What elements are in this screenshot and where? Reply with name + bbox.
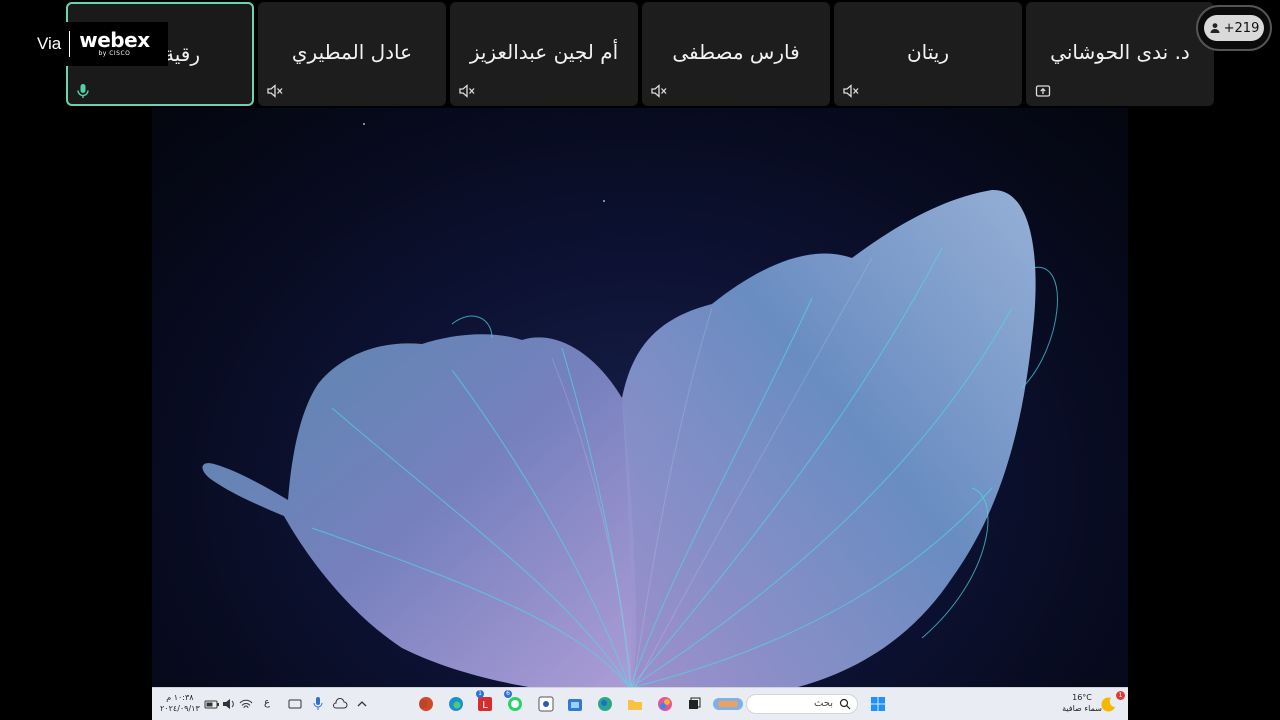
security-app-icon[interactable]: [536, 694, 556, 714]
windows-start-icon[interactable]: [868, 694, 888, 714]
input-language[interactable]: ع: [264, 697, 270, 708]
speaker-muted-icon: [459, 84, 475, 98]
participant-tile-4[interactable]: ريتان: [834, 2, 1022, 106]
windows-taskbar: ١٠:٣٨ م ٢٠٢٤/٠٩/١٣ ع L 1 6 بحث 16°C سماء…: [152, 687, 1128, 720]
participant-tile-1[interactable]: عادل المطيري: [258, 2, 446, 106]
app-badge: 6: [504, 690, 512, 698]
battery-icon[interactable]: [202, 694, 222, 714]
folder-icon[interactable]: [625, 694, 645, 714]
microphone-icon[interactable]: [308, 694, 328, 714]
participant-count: +219: [1223, 20, 1260, 36]
cloud-icon[interactable]: [330, 694, 350, 714]
webex-wordmark: webex: [79, 28, 150, 52]
person-icon: [1210, 23, 1220, 33]
webex-branding: Via webex by CISCO: [28, 22, 168, 66]
participant-tile-2[interactable]: أم لجين عبدالعزيز: [450, 2, 638, 106]
svg-text:L: L: [482, 700, 488, 711]
task-view-icon[interactable]: [684, 694, 704, 714]
taskbar-clock[interactable]: ١٠:٣٨ م ٢٠٢٤/٠٩/١٣: [160, 692, 200, 714]
notification-badge: 1: [1116, 691, 1125, 700]
cisco-wordmark: by CISCO: [98, 50, 131, 57]
search-icon: [839, 698, 851, 710]
search-placeholder: بحث: [813, 698, 833, 709]
participant-name: رقية: [164, 42, 200, 66]
butterfly-wallpaper: [202, 123, 1058, 698]
edge-icon[interactable]: [446, 694, 466, 714]
participant-count-button[interactable]: +219: [1196, 5, 1272, 51]
app-badge: 1: [476, 690, 484, 698]
keyboard-icon[interactable]: [285, 694, 305, 714]
participant-name: أم لجين عبدالعزيز: [469, 40, 619, 64]
participant-name: عادل المطيري: [291, 40, 413, 64]
participant-tile-5[interactable]: د. ندى الحوشاني: [1026, 2, 1214, 106]
participant-name: ريتان: [906, 40, 950, 64]
powerpoint-icon[interactable]: [416, 694, 436, 714]
participant-count-pill: +219: [1204, 15, 1264, 41]
speaker-muted-icon: [267, 84, 283, 98]
participant-name: د. ندى الحوشاني: [1050, 40, 1190, 64]
participant-tile-3[interactable]: فارس مصطفى: [642, 2, 830, 106]
via-label: Via: [37, 34, 62, 53]
shared-screen: ١٠:٣٨ م ٢٠٢٤/٠٩/١٣ ع L 1 6 بحث 16°C سماء…: [152, 108, 1128, 720]
wifi-icon[interactable]: [236, 694, 256, 714]
speaker-muted-icon: [651, 84, 667, 98]
brand-divider: [69, 31, 71, 57]
chevron-up-icon[interactable]: [352, 694, 372, 714]
store-icon[interactable]: [565, 694, 585, 714]
search-highlight-icon[interactable]: [712, 694, 744, 714]
webex-logo: webex by CISCO: [79, 28, 150, 58]
speaker-muted-icon: [843, 84, 859, 98]
share-screen-icon: [1035, 85, 1051, 97]
mic-on-icon: [77, 84, 89, 98]
clock-date: ٢٠٢٤/٠٩/١٣: [160, 704, 200, 713]
participant-name: فارس مصطفى: [672, 40, 800, 64]
copilot-icon[interactable]: [655, 694, 675, 714]
taskbar-search[interactable]: بحث: [746, 694, 858, 714]
clock-time: ١٠:٣٨ م: [166, 693, 194, 702]
edge-alt-icon[interactable]: [595, 694, 615, 714]
moon-weather-icon: [1101, 697, 1115, 712]
